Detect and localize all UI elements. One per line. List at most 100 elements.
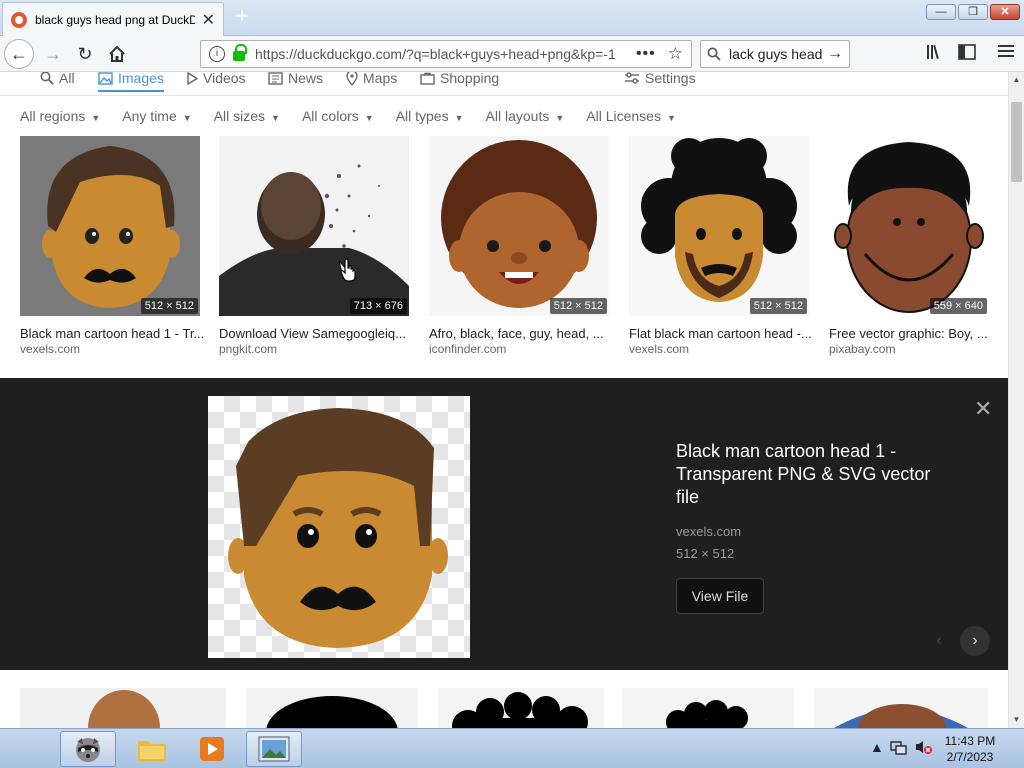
home-button[interactable] bbox=[102, 39, 132, 69]
vertical-tabs: All Images Videos News Maps Shopping Set… bbox=[0, 72, 1008, 96]
boy-face-image bbox=[834, 142, 984, 313]
detail-domain[interactable]: vexels.com bbox=[676, 524, 741, 539]
result-title[interactable]: Flat black man cartoon head -... bbox=[629, 326, 812, 341]
page-actions-menu[interactable]: ••• bbox=[636, 45, 656, 63]
result-thumbnail[interactable]: 512 × 512 bbox=[429, 136, 609, 316]
minimize-button[interactable]: — bbox=[926, 4, 956, 20]
tab-close-icon[interactable]: ✕ bbox=[202, 10, 215, 30]
filter-time[interactable]: Any time ▼ bbox=[122, 108, 191, 128]
image-result[interactable]: 559 × 640 Free vector graphic: Boy, ... … bbox=[829, 136, 989, 366]
filter-licenses-label: All Licenses bbox=[586, 108, 661, 124]
shopping-bag-icon bbox=[420, 72, 435, 85]
browser-tab[interactable]: black guys head png at DuckDuckGo ✕ bbox=[2, 2, 224, 36]
library-icon[interactable] bbox=[926, 44, 944, 65]
sidebar-icon[interactable] bbox=[958, 44, 976, 65]
detail-dimensions: 512 × 512 bbox=[676, 546, 735, 561]
search-bar-text[interactable]: lack guys head bbox=[729, 46, 825, 62]
tab-news[interactable]: News bbox=[268, 72, 323, 86]
back-button[interactable]: ← bbox=[4, 39, 34, 69]
view-file-button[interactable]: View File bbox=[676, 578, 764, 614]
scroll-down-arrow-icon[interactable]: ▼ bbox=[1009, 712, 1024, 728]
close-detail-icon[interactable]: ✕ bbox=[974, 396, 992, 422]
tab-news-label: News bbox=[288, 72, 324, 86]
image-result-partial[interactable] bbox=[20, 688, 226, 728]
caret-down-icon: ▼ bbox=[271, 113, 280, 123]
scroll-up-arrow-icon[interactable]: ▲ bbox=[1009, 72, 1024, 88]
photo-man-image bbox=[219, 164, 409, 316]
image-result-partial[interactable] bbox=[814, 688, 988, 728]
page-content: All Images Videos News Maps Shopping Set… bbox=[0, 72, 1008, 728]
settings-sliders-icon bbox=[625, 72, 639, 84]
result-title[interactable]: Afro, black, face, guy, head, ... bbox=[429, 326, 604, 341]
cartoon-head-image bbox=[42, 146, 180, 308]
tab-videos[interactable]: Videos bbox=[186, 72, 246, 86]
result-domain: pixabay.com bbox=[829, 342, 896, 356]
image-result-partial[interactable] bbox=[246, 688, 418, 728]
filter-sizes[interactable]: All sizes ▼ bbox=[214, 108, 280, 128]
forward-button[interactable]: → bbox=[38, 39, 68, 69]
result-thumbnail[interactable]: 713 × 676 bbox=[219, 136, 409, 316]
tab-images[interactable]: Images bbox=[98, 72, 164, 92]
detail-preview-image[interactable] bbox=[208, 396, 470, 658]
tab-shopping-label: Shopping bbox=[440, 72, 500, 86]
tab-shopping[interactable]: Shopping bbox=[420, 72, 499, 86]
image-result-partial[interactable] bbox=[438, 688, 604, 728]
settings-link[interactable]: Settings bbox=[624, 72, 696, 86]
image-viewer-icon bbox=[258, 736, 290, 762]
show-hidden-icons-icon[interactable]: ▲ bbox=[870, 739, 884, 755]
image-icon bbox=[98, 72, 113, 85]
hamburger-menu-icon[interactable] bbox=[998, 44, 1014, 63]
filter-layouts[interactable]: All layouts ▼ bbox=[486, 108, 565, 128]
result-thumbnail[interactable]: 512 × 512 bbox=[629, 136, 809, 316]
url-text[interactable]: https://duckduckgo.com/?q=black+guys+hea… bbox=[255, 46, 615, 62]
image-result[interactable]: 713 × 676 Download View Samegoogleiq... … bbox=[219, 136, 409, 366]
taskbar-raccoon-app[interactable] bbox=[60, 731, 116, 767]
arrow-right-icon: → bbox=[44, 43, 62, 64]
reload-button[interactable]: ↻ bbox=[70, 39, 100, 69]
filter-regions[interactable]: All regions ▼ bbox=[20, 108, 100, 128]
filter-time-label: Any time bbox=[122, 108, 177, 124]
next-image-button[interactable]: › bbox=[960, 626, 990, 656]
taskbar-image-viewer[interactable] bbox=[246, 731, 302, 767]
taskbar-file-explorer[interactable] bbox=[124, 731, 180, 767]
image-dimensions: 512 × 512 bbox=[549, 298, 607, 314]
caret-down-icon: ▼ bbox=[364, 113, 374, 123]
folder-icon bbox=[138, 741, 166, 761]
scrollbar-thumb[interactable] bbox=[1011, 102, 1022, 182]
result-thumbnail[interactable]: 512 × 512 bbox=[20, 136, 200, 316]
image-result[interactable]: 512 × 512 Flat black man cartoon head -.… bbox=[629, 136, 812, 366]
filter-bar: All regions ▼ Any time ▼ All sizes ▼ All co… bbox=[20, 108, 698, 128]
previous-image-button[interactable]: ‹ bbox=[924, 626, 954, 656]
filter-types[interactable]: All types ▼ bbox=[396, 108, 464, 128]
caret-down-icon: ▼ bbox=[666, 113, 676, 123]
network-icon[interactable] bbox=[890, 739, 908, 758]
hand-cursor-icon bbox=[340, 258, 356, 282]
result-title[interactable]: Free vector graphic: Boy, ... bbox=[829, 326, 988, 341]
result-thumbnail[interactable]: 559 × 640 bbox=[829, 136, 989, 316]
search-go-icon[interactable]: → bbox=[827, 45, 843, 63]
image-result[interactable]: 512 × 512 Black man cartoon head 1 - Tr.… bbox=[20, 136, 204, 366]
filter-licenses[interactable]: All Licenses ▼ bbox=[586, 108, 676, 128]
image-result-partial[interactable] bbox=[622, 688, 794, 728]
image-result[interactable]: 512 × 512 Afro, black, face, guy, head, … bbox=[429, 136, 609, 366]
image-dimensions: 713 × 676 bbox=[349, 298, 407, 314]
page-scrollbar[interactable]: ▲ ▼ bbox=[1008, 72, 1024, 728]
result-domain: vexels.com bbox=[629, 342, 690, 356]
result-title[interactable]: Download View Samegoogleiq... bbox=[219, 326, 406, 341]
address-bar[interactable]: i https://duckduckgo.com/?q=black+guys+h… bbox=[200, 40, 692, 68]
tab-maps[interactable]: Maps bbox=[346, 72, 397, 86]
site-info-icon[interactable]: i bbox=[209, 46, 225, 62]
taskbar-media-player[interactable] bbox=[184, 731, 240, 767]
filter-colors[interactable]: All colors ▼ bbox=[302, 108, 374, 128]
search-bar[interactable]: lack guys head → bbox=[700, 40, 850, 68]
restore-button[interactable]: ❐ bbox=[958, 4, 988, 20]
result-title[interactable]: Black man cartoon head 1 - Tr... bbox=[20, 326, 204, 341]
tab-all[interactable]: All bbox=[40, 72, 75, 86]
new-tab-button[interactable]: + bbox=[230, 4, 254, 28]
tab-title: black guys head png at DuckDuckGo bbox=[35, 12, 195, 27]
detail-title[interactable]: Black man cartoon head 1 - Transparent P… bbox=[676, 440, 956, 509]
bookmark-star-icon[interactable]: ☆ bbox=[668, 44, 683, 64]
close-window-button[interactable]: ✕ bbox=[990, 4, 1020, 20]
bald-head-image bbox=[88, 690, 160, 728]
system-clock[interactable]: 11:43 PM 2/7/2023 bbox=[930, 733, 1010, 765]
